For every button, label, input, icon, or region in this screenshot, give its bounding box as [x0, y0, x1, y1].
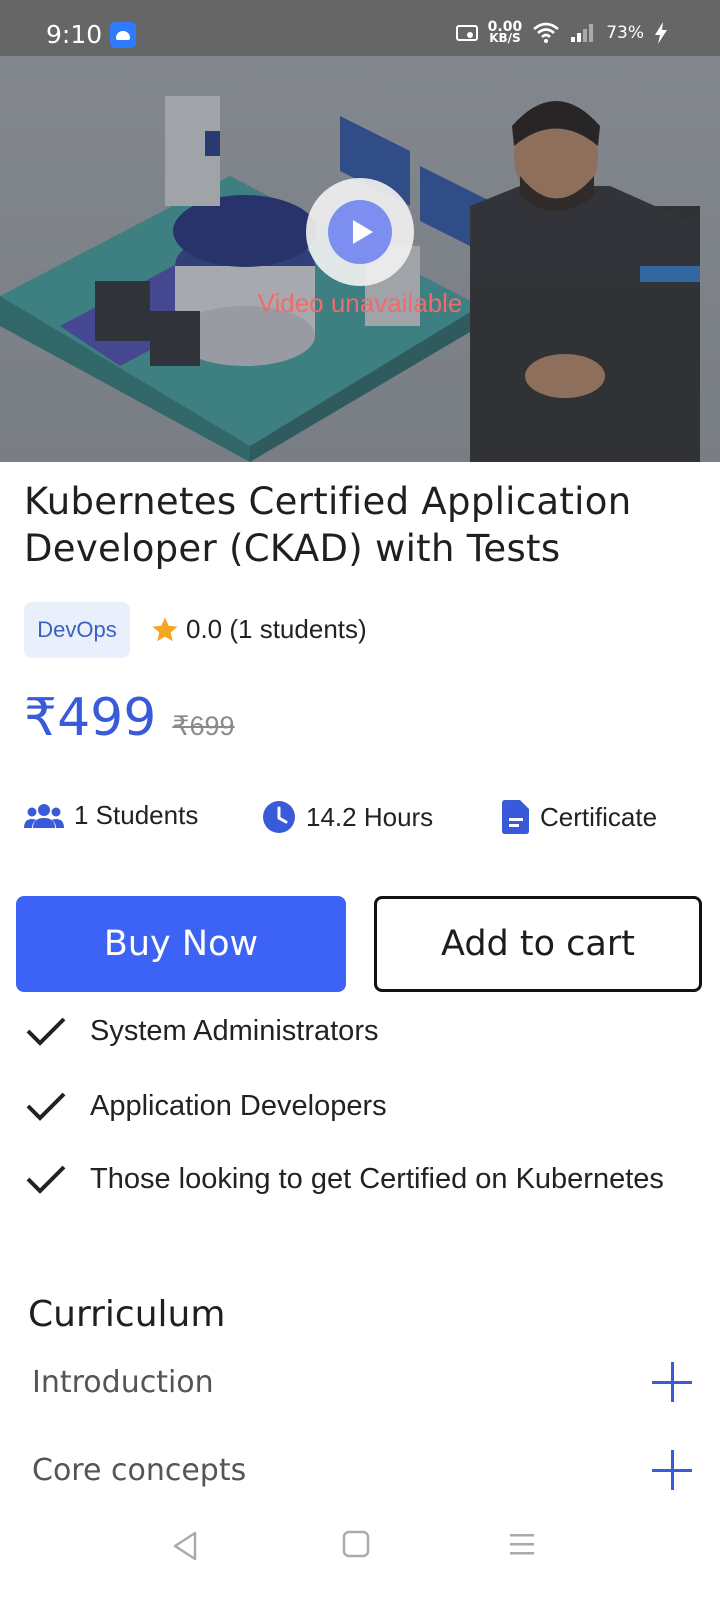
wifi-icon	[533, 22, 560, 43]
status-time: 9:10	[46, 20, 103, 49]
price-original: ₹699	[172, 711, 235, 741]
audience-item-label: Application Developers	[90, 1090, 387, 1122]
expand-plus-icon[interactable]	[652, 1362, 692, 1402]
expand-plus-icon[interactable]	[652, 1450, 692, 1490]
battery-percent: 73%	[606, 23, 644, 43]
category-chip[interactable]: DevOps	[24, 602, 130, 658]
check-icon	[26, 1092, 66, 1121]
home-icon[interactable]	[342, 1530, 370, 1558]
audience-item: Application Developers	[24, 1087, 684, 1125]
stat-students: 1 Students	[24, 800, 198, 831]
course-title: Kubernetes Certified Application Develop…	[24, 480, 632, 570]
play-icon	[328, 200, 392, 264]
document-icon	[502, 800, 529, 834]
audience-item: System Administrators	[24, 1012, 684, 1050]
price-block: ₹499 ₹699	[24, 688, 235, 748]
check-icon	[26, 1165, 66, 1194]
check-icon	[26, 1017, 66, 1046]
price-current: ₹499	[24, 688, 157, 748]
course-video-player[interactable]: Video unavailable	[0, 56, 720, 462]
clock-icon	[263, 801, 295, 833]
curriculum-section-label: Introduction	[32, 1364, 214, 1400]
students-icon	[24, 803, 64, 828]
charging-icon	[655, 22, 667, 44]
curriculum-heading: Curriculum	[28, 1294, 226, 1335]
net-speed: 0.00 KB/S	[488, 20, 523, 45]
video-unavailable-text: Video unavailable	[257, 288, 463, 318]
course-rating: 0.0 (1 students)	[150, 614, 367, 645]
system-nav-bar	[0, 1508, 720, 1600]
status-bar: 9:10 0.00 KB/S 73%	[0, 0, 720, 56]
add-to-cart-button[interactable]: Add to cart	[374, 896, 702, 992]
stat-certificate: Certificate	[502, 800, 657, 834]
back-icon[interactable]	[172, 1530, 198, 1562]
status-right: 0.00 KB/S 73%	[455, 20, 668, 45]
curriculum-section[interactable]: Core concepts	[32, 1440, 692, 1500]
stat-students-label: 1 Students	[74, 800, 199, 830]
curriculum-section[interactable]: Introduction	[32, 1352, 692, 1412]
signal-icon	[571, 24, 594, 42]
net-speed-unit: KB/S	[489, 31, 521, 45]
android-icon	[110, 22, 136, 48]
stat-certificate-label: Certificate	[540, 801, 658, 832]
star-icon	[152, 617, 178, 641]
recents-menu-icon[interactable]	[508, 1530, 536, 1558]
rec-icon	[455, 25, 478, 41]
audience-item-label: Those looking to get Certified on Kubern…	[90, 1163, 664, 1195]
play-button[interactable]	[306, 178, 414, 286]
audience-item-label: System Administrators	[90, 1015, 379, 1047]
course-stats: 1 Students 14.2 Hours Certificate	[24, 800, 704, 846]
stat-hours: 14.2 Hours	[262, 800, 433, 834]
rating-text: 0.0 (1 students)	[186, 614, 367, 644]
buy-now-button[interactable]: Buy Now	[16, 896, 346, 992]
curriculum-section-label: Core concepts	[32, 1452, 247, 1488]
stat-hours-label: 14.2 Hours	[306, 801, 434, 832]
audience-item: Those looking to get Certified on Kubern…	[24, 1160, 684, 1198]
